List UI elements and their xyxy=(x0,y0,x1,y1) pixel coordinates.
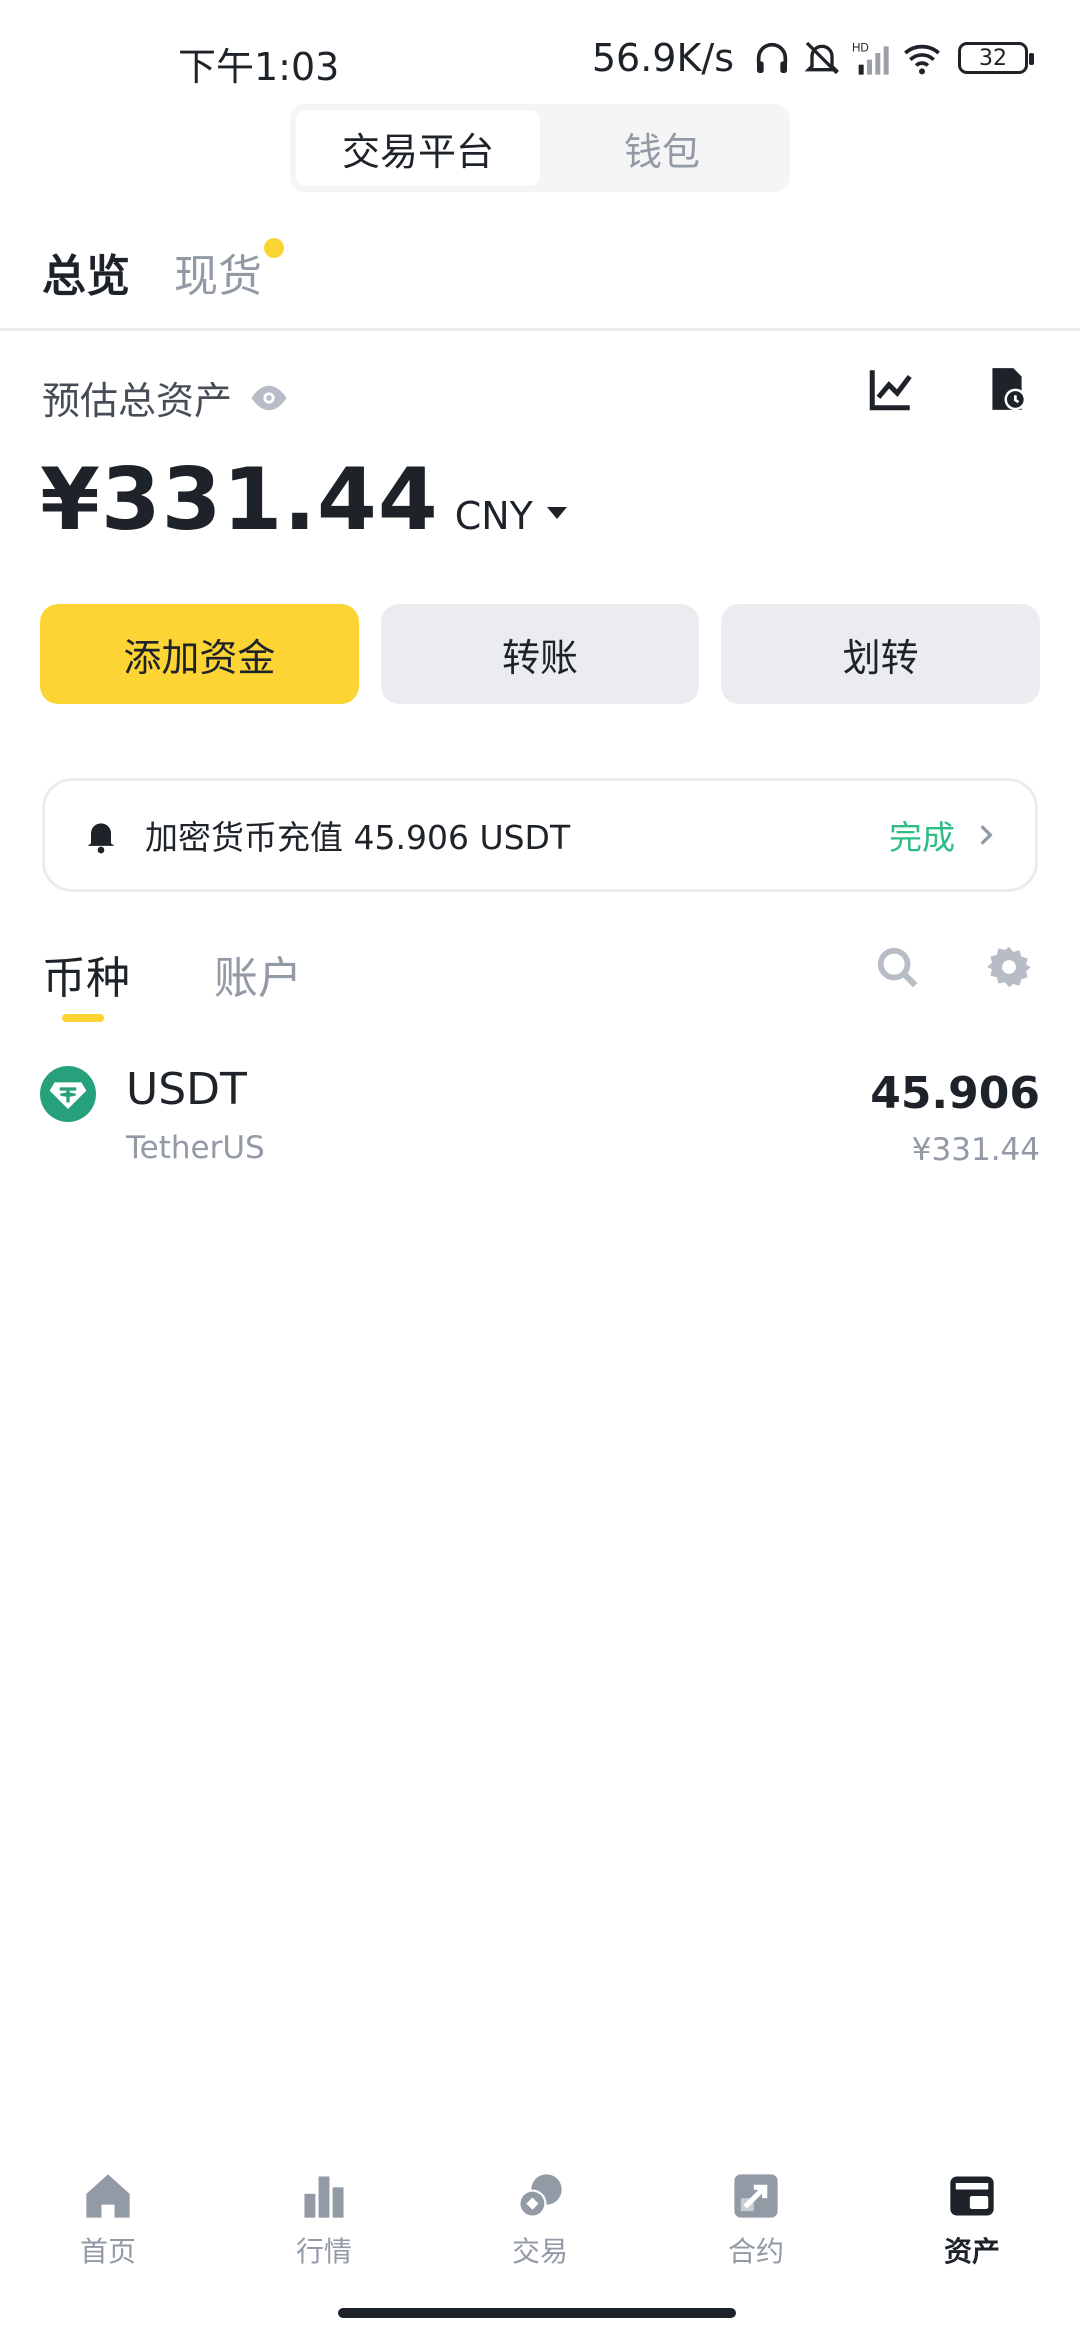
tether-logo-icon xyxy=(40,1066,96,1122)
summary-actions xyxy=(866,364,1032,414)
futures-icon xyxy=(734,2174,778,2218)
asset-row[interactable]: USDT TetherUS 45.906 ¥331.44 xyxy=(40,1060,1040,1180)
battery-icon: 32 xyxy=(958,42,1034,74)
active-tab-indicator xyxy=(62,1014,104,1022)
home-indicator xyxy=(338,2308,736,2318)
nav-assets[interactable]: 资产 xyxy=(864,2170,1080,2300)
nav-trade[interactable]: 交易 xyxy=(432,2170,648,2300)
asset-fiat-value: ¥331.44 xyxy=(911,1132,1040,1168)
deposit-notice-text: 加密货币充值 45.906 USDT xyxy=(145,818,571,857)
deposit-status: 完成 xyxy=(889,818,955,857)
nav-home-label: 首页 xyxy=(79,2235,136,2268)
tab-spot-label: 现货 xyxy=(174,251,262,302)
headphones-icon xyxy=(756,42,788,73)
home-icon xyxy=(86,2174,130,2218)
battery-level: 32 xyxy=(979,45,1007,71)
wallet-icon xyxy=(950,2176,994,2216)
status-bar: 下午1:03 56.9K/s HD 32 xyxy=(0,0,1080,110)
tab-overview[interactable]: 总览 xyxy=(42,240,130,304)
asset-full-name: TetherUS xyxy=(126,1130,265,1166)
gear-icon[interactable] xyxy=(986,944,1032,990)
nav-home[interactable]: 首页 xyxy=(0,2170,216,2300)
nav-markets[interactable]: 行情 xyxy=(216,2170,432,2300)
bottom-navigation: 首页 行情 交易 合约 资产 xyxy=(0,2170,1080,2300)
asset-list-tabs: 币种 账户 xyxy=(42,942,302,1022)
transfer-button[interactable]: 转账 xyxy=(380,604,700,704)
tab-overview-label: 总览 xyxy=(42,251,130,302)
chevron-down-icon[interactable] xyxy=(546,507,567,519)
svg-text:HD: HD xyxy=(852,41,869,54)
action-buttons: 添加资金 转账 划转 xyxy=(40,604,1041,704)
chevron-right-icon xyxy=(980,825,993,845)
overview-tabs: 总览 现货 xyxy=(42,238,284,304)
tab-accounts-label: 账户 xyxy=(214,953,302,1004)
eye-icon[interactable] xyxy=(248,377,290,419)
hd-signal-icon: HD xyxy=(852,41,889,75)
internal-transfer-button[interactable]: 划转 xyxy=(721,604,1041,704)
notification-dot xyxy=(264,238,284,258)
tab-accounts[interactable]: 账户 xyxy=(214,942,302,1006)
trade-icon xyxy=(518,2174,562,2218)
deposit-notice[interactable]: 加密货币充值 45.906 USDT 完成 xyxy=(42,778,1038,892)
wifi-icon xyxy=(904,44,940,75)
pnl-chart-icon[interactable] xyxy=(866,364,916,414)
estimated-assets-label: 预估总资产 xyxy=(42,379,233,423)
bell-icon xyxy=(87,823,115,854)
network-speed: 56.9K/s xyxy=(591,36,734,80)
list-actions xyxy=(874,944,1032,990)
tab-wallet[interactable]: 钱包 xyxy=(540,110,784,186)
currency-selector[interactable]: CNY xyxy=(455,494,533,538)
asset-amount: 45.906 xyxy=(870,1068,1040,1119)
tab-spot[interactable]: 现货 xyxy=(174,238,284,304)
estimated-assets-row: 预估总资产 xyxy=(42,370,290,425)
nav-futures[interactable]: 合约 xyxy=(648,2170,864,2300)
bar-chart-icon xyxy=(304,2176,344,2218)
search-icon[interactable] xyxy=(874,944,920,990)
total-balance: ¥331.44 xyxy=(40,450,439,550)
tab-coins[interactable]: 币种 xyxy=(42,942,130,1022)
platform-switch: 交易平台 钱包 xyxy=(290,104,790,192)
nav-trade-label: 交易 xyxy=(511,2235,568,2268)
nav-futures-label: 合约 xyxy=(727,2235,784,2268)
nav-assets-label: 资产 xyxy=(943,2235,1000,2268)
status-time: 下午1:03 xyxy=(178,45,340,89)
nav-markets-label: 行情 xyxy=(295,2235,352,2268)
add-funds-button[interactable]: 添加资金 xyxy=(40,604,359,704)
history-document-icon[interactable] xyxy=(982,364,1032,414)
tab-exchange-platform[interactable]: 交易平台 xyxy=(296,110,540,186)
mute-bell-icon xyxy=(804,41,840,75)
status-icons: 56.9K/s HD 32 xyxy=(591,34,1034,82)
asset-symbol: USDT xyxy=(126,1064,247,1115)
divider xyxy=(0,328,1080,331)
balance-row: ¥331.44 CNY xyxy=(40,450,567,550)
tab-coins-label: 币种 xyxy=(42,953,130,1004)
